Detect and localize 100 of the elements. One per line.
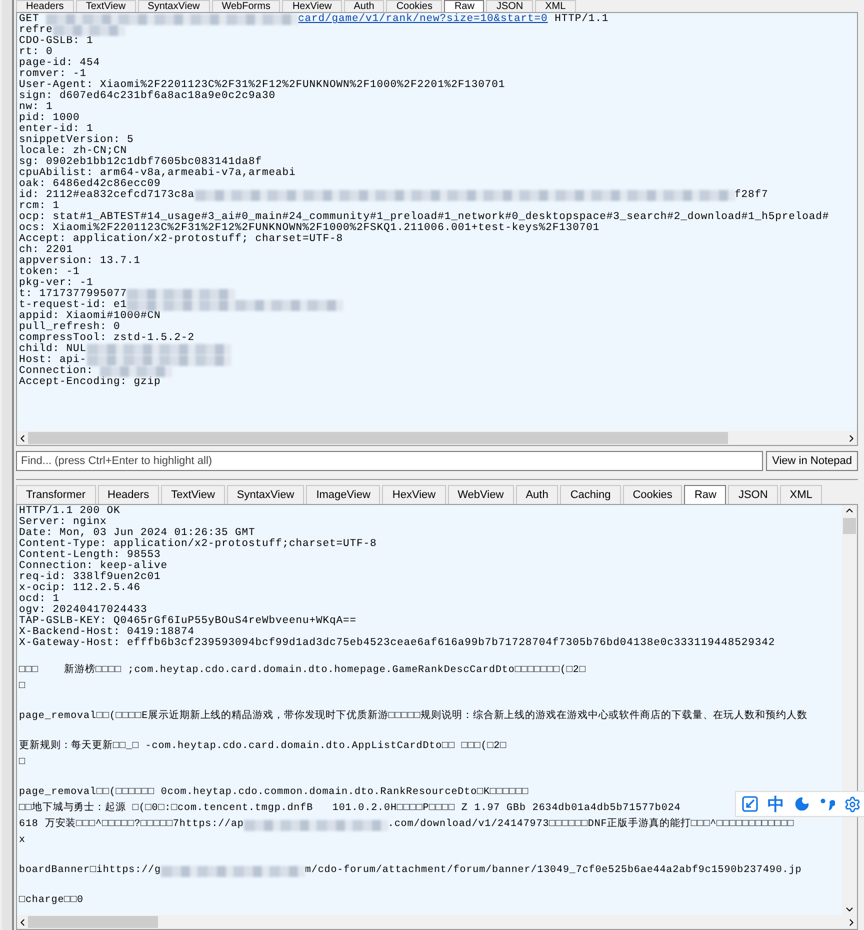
- inspector-tab[interactable]: Headers: [16, 0, 74, 12]
- raw-text-line: Accept: application/x2-protostuff; charset=UTF-8: [19, 234, 344, 245]
- inspector-tab[interactable]: Cookies: [622, 485, 682, 504]
- redaction-blur: [698, 190, 735, 201]
- raw-text-line: .com/download/v1/24147973□□□□□□DNF正版手游真的能打□□□^□□□□□□□□□□□□: [388, 817, 794, 832]
- redaction-blur: [307, 300, 344, 311]
- raw-text-line: ocd: 1: [19, 594, 60, 605]
- inspector-tab[interactable]: HexView: [282, 0, 342, 12]
- raw-text-line: page-id: 454: [19, 58, 100, 69]
- raw-text-line: □□地下城与勇士：起源 □(□0□:□com.tencent.tmgp.dnfB 101.0.2.0H□□□□P□□□□ Z 1.97 GBb 2634db01a4db5b71577b024: [19, 801, 681, 816]
- inspector-tab[interactable]: Transformer: [16, 485, 96, 504]
- inspector-tab[interactable]: ImageView: [306, 485, 380, 504]
- inspector-tab[interactable]: Caching: [560, 485, 621, 504]
- raw-text-line: □charge□□0: [19, 894, 84, 908]
- inspector-tab[interactable]: JSON: [728, 485, 778, 504]
- inspector-tab[interactable]: TextView: [161, 485, 225, 504]
- redaction-blur: [232, 866, 269, 876]
- raw-text-line: 618 万安装□□□^□□□□□?□□□□□7https://ap: [19, 817, 244, 832]
- scrollbar-thumb[interactable]: [28, 432, 728, 444]
- raw-text-line: compressTool: zstd-1.5.2-2: [19, 333, 195, 344]
- redaction-blur: [374, 190, 411, 201]
- inspector-tab[interactable]: Auth: [344, 0, 384, 12]
- punctuation-icon[interactable]: [818, 796, 834, 812]
- redaction-blur: [100, 366, 136, 377]
- raw-text-line: GET: [19, 14, 40, 25]
- input-mode-label[interactable]: 中: [768, 792, 784, 816]
- redaction-blur: [244, 820, 280, 830]
- redaction-blur: [280, 820, 316, 830]
- raw-text-line: page_removal□□(□□□□E展示近期新上线的精品游戏，带你发现时下优质新游□□□□□规则说明：综合新上线的游戏在游戏中心或软件商店的下载量、在玩人数和预约人数: [19, 708, 808, 724]
- raw-text-line: X-Gateway-Host: efffb6b3cf239593094bcf99d1ad3dc75eb4523ceae6af616a99b7b71728704f7305b76bd04138e0c333119448529342: [19, 638, 776, 649]
- redaction-blur: [235, 300, 272, 311]
- inspector-tab[interactable]: Raw: [684, 485, 726, 504]
- find-field[interactable]: Find... (press Ctrl+Enter to highlight all): [16, 451, 764, 471]
- inspector-tab[interactable]: WebForms: [212, 0, 280, 12]
- redaction-blur: [194, 190, 231, 201]
- raw-text-line: pkg-ver: -1: [19, 278, 94, 289]
- horizontal-scrollbar[interactable]: [17, 915, 857, 929]
- raw-text-line: Content-Type: application/x2-protostuff;charset=UTF-8: [19, 539, 377, 550]
- redaction-blur: [626, 190, 663, 201]
- redaction-blur: [88, 25, 125, 36]
- raw-text-line: page_removal□□(□□□□□□ 0com.heytap.cdo.common.domain.dto.RankResourceDto□K□□□□□□: [19, 786, 529, 800]
- redaction-blur: [482, 190, 519, 201]
- moon-icon[interactable]: [794, 796, 810, 812]
- redaction-blur: [230, 190, 267, 201]
- view-in-notepad-button[interactable]: View in Notepad: [766, 451, 858, 471]
- raw-text-line: pid: 1000: [19, 113, 80, 124]
- raw-text-line: snippetVersion: 5: [19, 135, 134, 146]
- raw-text-line: Connection: keep-alive: [19, 561, 168, 572]
- inspector-tab[interactable]: JSON: [486, 0, 534, 12]
- redaction-blur: [46, 14, 82, 25]
- raw-text-line: Accept-Encoding: gzip: [19, 377, 161, 388]
- inspector-tab[interactable]: Headers: [98, 485, 160, 504]
- inspector-tab[interactable]: Auth: [516, 485, 558, 504]
- raw-text-line: HTTP/1.1: [554, 14, 609, 25]
- redaction-blur: [127, 300, 164, 311]
- scrollbar-thumb[interactable]: [28, 916, 158, 928]
- inspector-tab[interactable]: XML: [780, 485, 822, 504]
- settings-icon[interactable]: [844, 796, 860, 812]
- raw-text-line: ogv: 20240417024433: [19, 605, 148, 616]
- redaction-blur: [554, 190, 591, 201]
- raw-text-line: ch: 2201: [19, 245, 74, 256]
- raw-text-line: CDO-GSLB: 1: [19, 36, 94, 47]
- inspector-tab[interactable]: XML: [535, 0, 576, 12]
- redaction-blur: [86, 355, 123, 366]
- raw-text-line: ocs: Xiaomi%2F2201123C%2F31%2F12%2FUNKNOWN%2F1000%2FSKQ1.211006.001+test-keys%2F130701: [19, 223, 600, 234]
- horizontal-scrollbar[interactable]: [17, 431, 857, 445]
- raw-text-line: t: 1717377995077: [19, 289, 128, 300]
- raw-text-line: Connection:: [19, 366, 94, 377]
- redaction-blur: [196, 866, 233, 876]
- redaction-blur: [262, 14, 298, 25]
- inspector-tab[interactable]: SyntaxView: [226, 485, 304, 504]
- inspector-tab[interactable]: WebView: [448, 485, 514, 504]
- redaction-blur: [266, 190, 303, 201]
- redaction-blur: [316, 820, 352, 830]
- redaction-blur: [268, 866, 305, 876]
- redaction-blur: [122, 355, 159, 366]
- raw-text-line: □: [19, 680, 26, 694]
- vertical-scrollbar[interactable]: [842, 505, 857, 915]
- inspector-tab[interactable]: SyntaxView: [138, 0, 210, 12]
- url-link[interactable]: card/game/v1/rank/new?size=10&start=0: [298, 14, 548, 25]
- raw-text-line: sign: d607ed64c231bf6a8ac18a9e0c2c9a30: [19, 91, 276, 102]
- inspector-tab[interactable]: Raw: [444, 0, 484, 12]
- raw-text-line: locale: zh-CN;CN: [19, 146, 128, 157]
- redaction-blur: [338, 190, 375, 201]
- raw-text-line: TAP-GSLB-KEY: Q0465rGf6IuP55yBOuS4reWbveenu+WKqA==: [19, 616, 357, 627]
- raw-text-line: Host: api-: [19, 355, 87, 366]
- inspector-tab[interactable]: Cookies: [386, 0, 442, 12]
- redaction-blur: [118, 14, 154, 25]
- redaction-blur: [662, 190, 699, 201]
- inspector-tab[interactable]: TextView: [76, 0, 136, 12]
- raw-text-line: Content-Length: 98553: [19, 550, 161, 561]
- redaction-blur: [446, 190, 483, 201]
- scrollbar-thumb[interactable]: [843, 518, 856, 534]
- raw-text-line: appversion: 13.7.1: [19, 256, 141, 267]
- raw-text-line: □□□ 新游榜□□□□ ;com.heytap.cdo.card.domain.dto.homepage.GameRankDescCardDto□□□□□□□(□2□: [19, 662, 586, 678]
- redaction-blur: [158, 344, 195, 355]
- raw-text-line: pull_refresh: 0: [19, 322, 120, 333]
- raw-text-line: Server: nginx: [19, 517, 107, 528]
- inspector-tab[interactable]: HexView: [382, 485, 446, 504]
- raw-text-line: 更新规则：每天更新□□_□ -com.heytap.cdo.card.domain.dto.AppListCardDto□□ □□□(□2□: [19, 738, 507, 754]
